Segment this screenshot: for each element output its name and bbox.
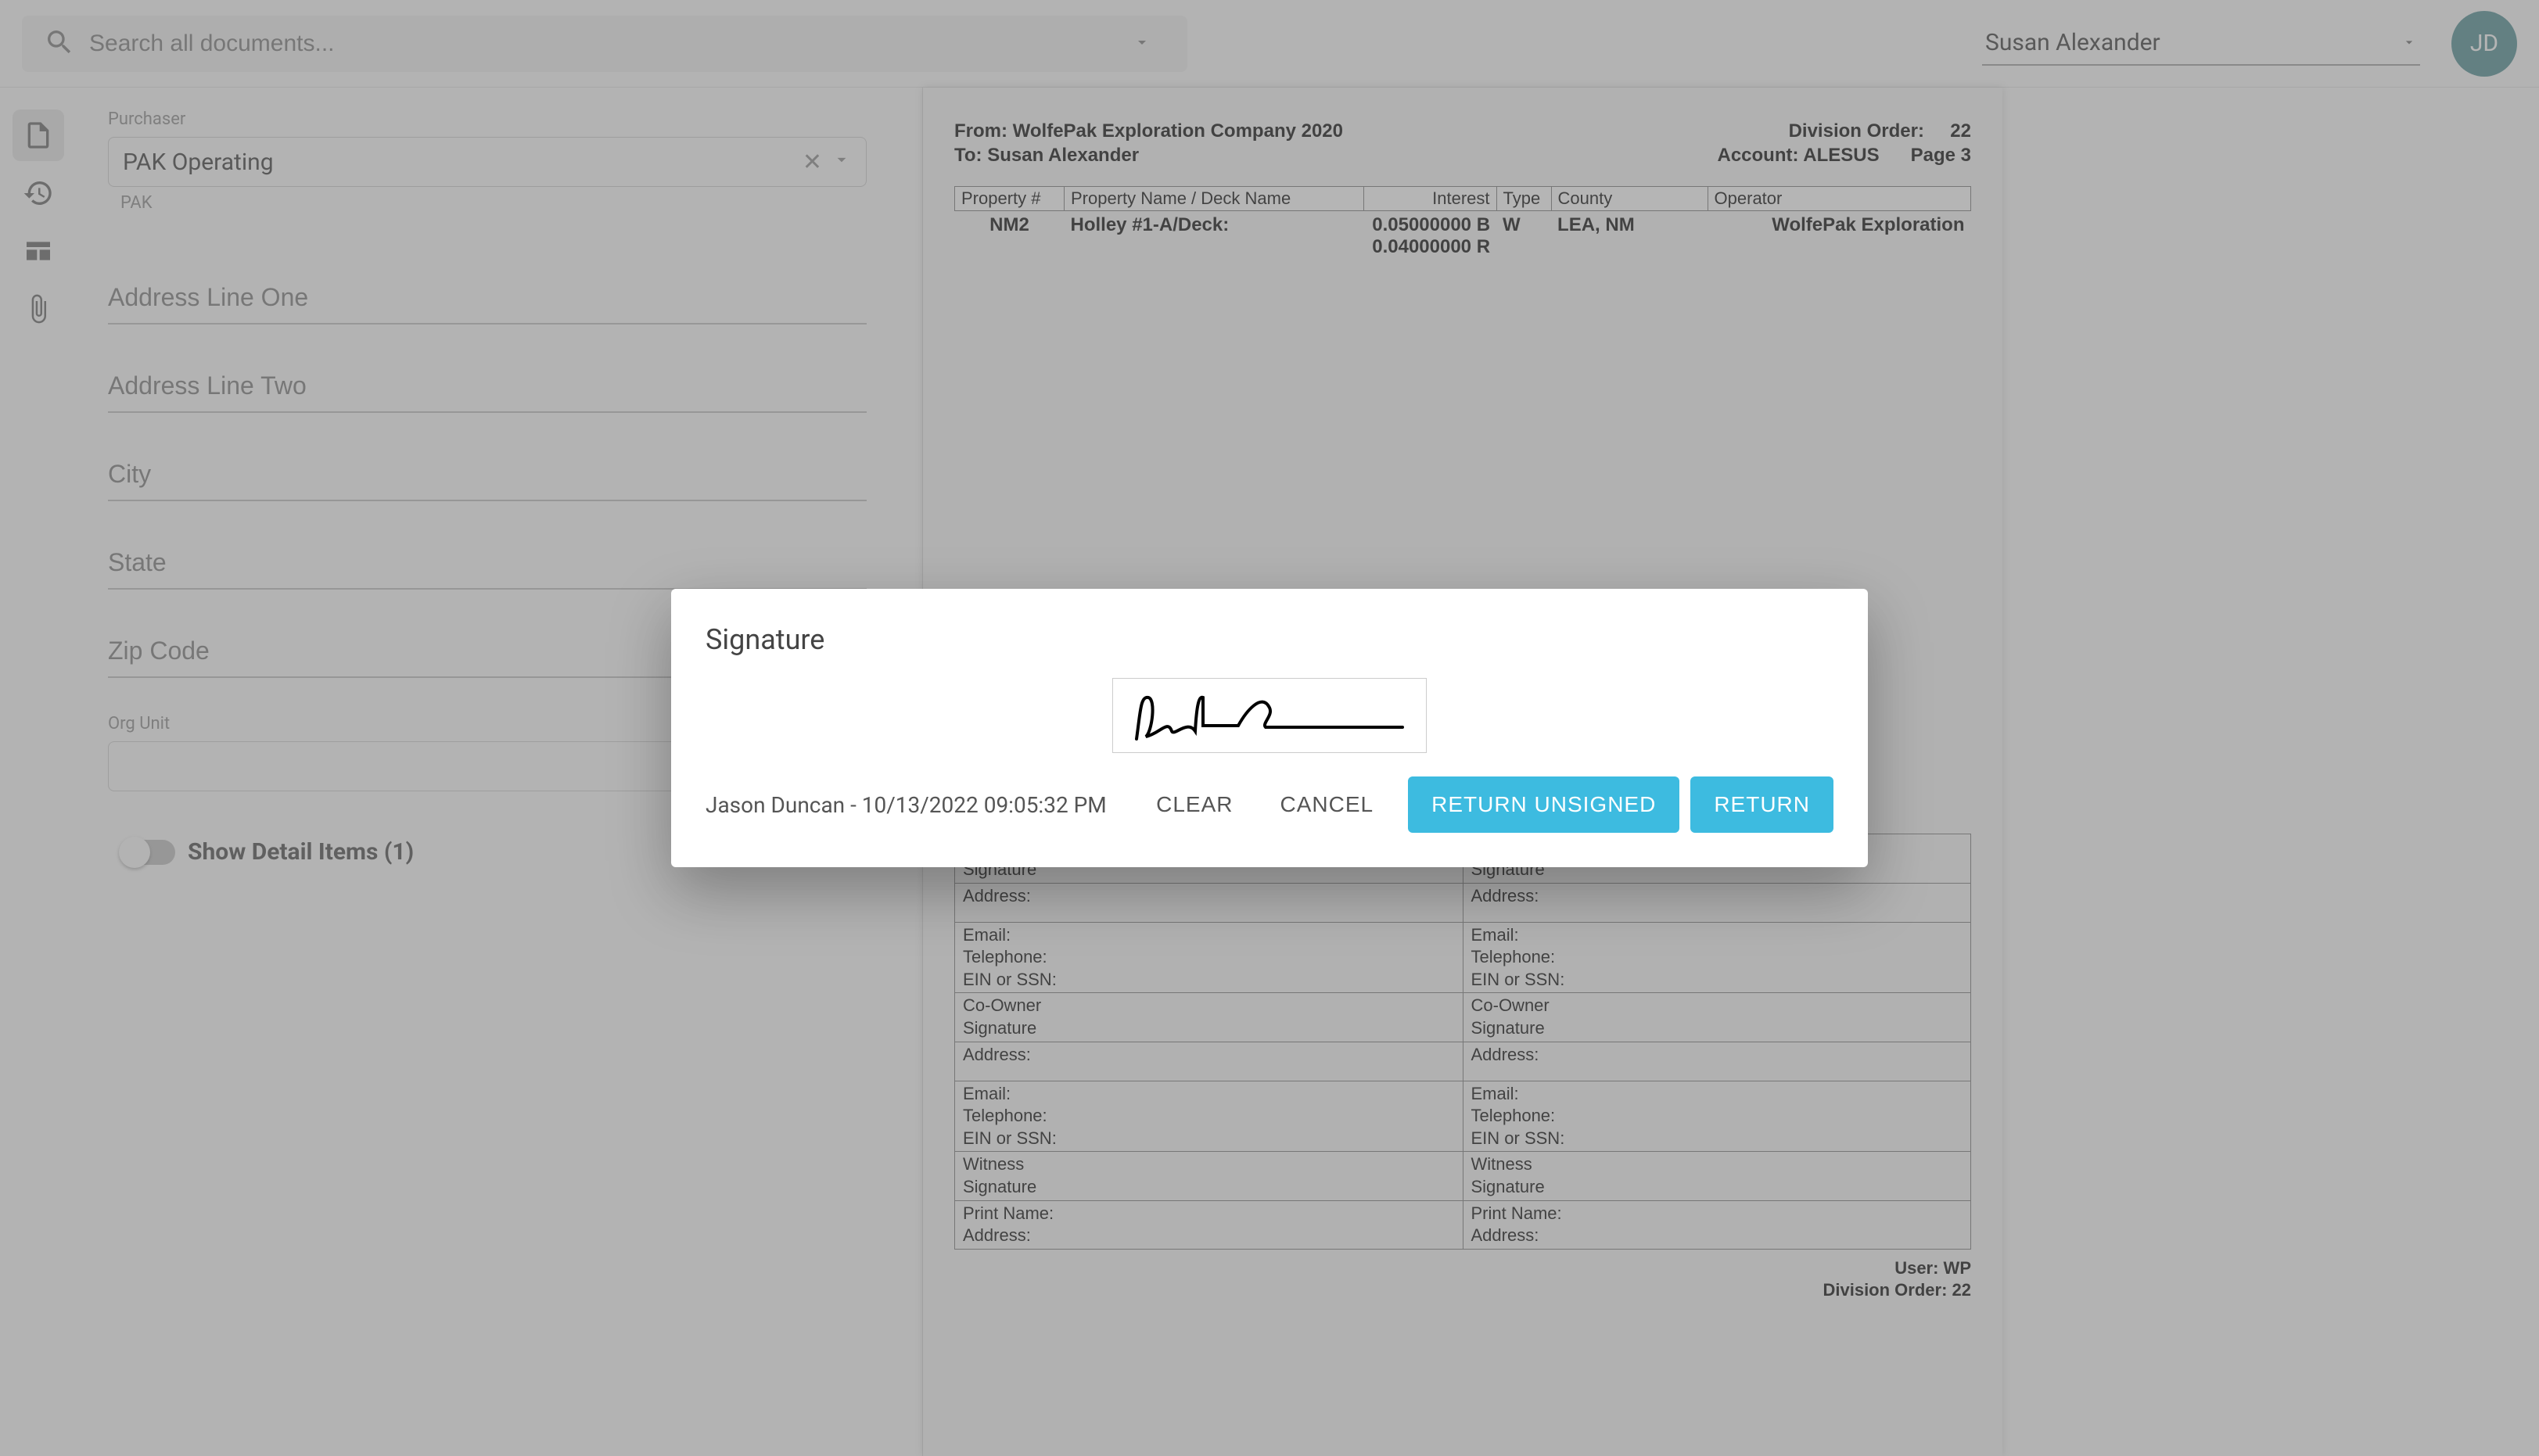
return-unsigned-button[interactable]: RETURN UNSIGNED	[1408, 776, 1679, 833]
modal-title: Signature	[706, 623, 1833, 656]
cancel-button[interactable]: CANCEL	[1257, 776, 1398, 833]
signature-drawing	[1129, 688, 1410, 743]
return-button[interactable]: RETURN	[1690, 776, 1833, 833]
signature-meta: Jason Duncan - 10/13/2022 09:05:32 PM	[706, 792, 1133, 818]
clear-button[interactable]: CLEAR	[1133, 776, 1256, 833]
signature-pad[interactable]	[1112, 678, 1427, 753]
signature-modal: Signature Jason Duncan - 10/13/2022 09:0…	[671, 589, 1868, 867]
modal-scrim[interactable]: Signature Jason Duncan - 10/13/2022 09:0…	[0, 0, 2539, 1456]
